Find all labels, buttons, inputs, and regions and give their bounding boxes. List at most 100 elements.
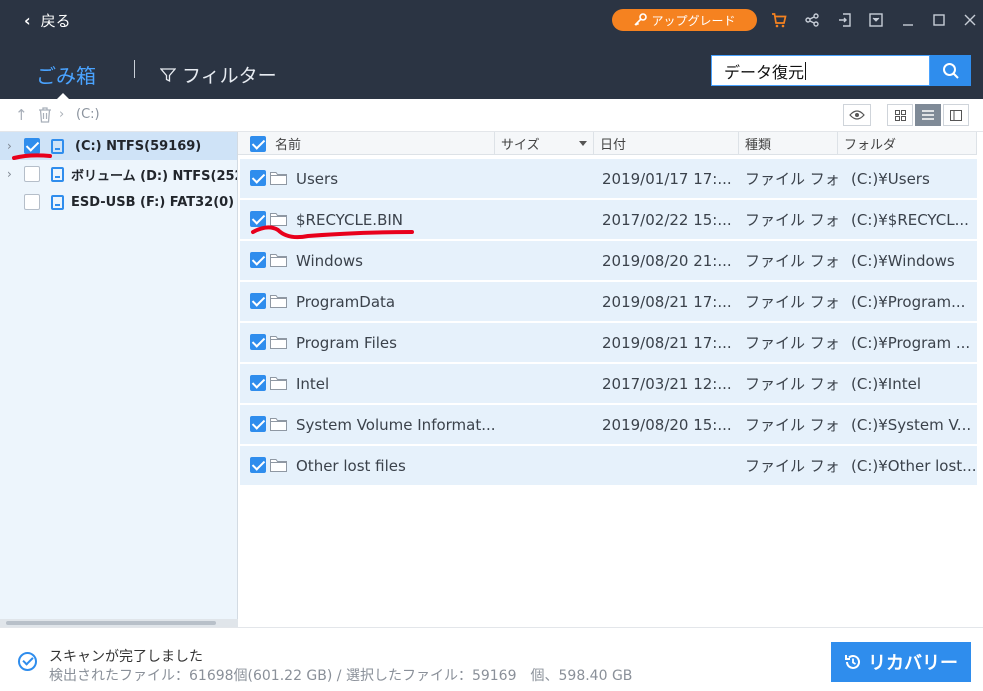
horizontal-scrollbar[interactable] [0,619,238,627]
cell-name: Users [296,169,339,188]
detail-view-button[interactable] [943,104,969,126]
table-row[interactable]: Users 2019/01/17 17:... ファイル フォ... (C:)¥Use… [240,159,977,198]
back-button[interactable]: ‹ 戻る [24,10,71,31]
column-header-date[interactable]: 日付 [594,132,739,155]
recover-icon [845,654,860,669]
recover-button[interactable]: リカバリー [831,642,971,682]
toolbar: ごみ箱 フィルター データ復元 [0,42,983,99]
folder-icon [270,254,287,267]
column-header-name[interactable]: 名前 [238,132,495,155]
filter-icon [160,67,176,82]
cell-size [502,364,592,403]
table-row[interactable]: $RECYCLE.BIN 2017/02/22 15:... ファイル フォ... (… [240,200,977,239]
cell-name: Intel [296,374,330,393]
table-row[interactable]: Other lost files ファイル フォ... (C:)¥Other los… [240,446,977,485]
drive-item-f[interactable]: ESD-USB (F:) FAT32(0) [0,188,237,216]
cell-folder: (C:)¥Intel [851,374,921,393]
drive-tree: › (C:) NTFS(59169) › ボリューム (D:) NTFS(252… [0,132,238,627]
cell-name: Other lost files [296,456,406,475]
drive-label: (C:) NTFS(59169) [75,138,202,154]
row-checkbox[interactable] [250,457,266,473]
divider [134,60,135,78]
table-row[interactable]: Program Files 2019/08/21 17:... ファイル フォ...… [240,323,977,362]
hard-drive-icon [51,194,64,210]
scan-stats: 検出されたファイル：61698個(601.22 GB) / 選択したファイル：5… [49,668,633,684]
back-label: 戻る [40,12,71,30]
drive-label: ESD-USB (F:) FAT32(0) [71,194,235,210]
cell-date [602,446,742,485]
drive-checkbox[interactable] [24,166,40,182]
cell-name: Windows [296,251,363,270]
expand-arrow-icon[interactable]: › [7,139,12,153]
row-checkbox[interactable] [250,211,266,227]
row-checkbox[interactable] [250,252,266,268]
search-input[interactable]: データ復元 [711,55,930,86]
column-label: サイズ [501,138,540,153]
filter-button[interactable]: フィルター [160,61,277,88]
cell-size [502,282,592,321]
table-row[interactable]: System Volume Informat... 2019/08/20 15:.… [240,405,977,444]
row-checkbox[interactable] [250,416,266,432]
cell-date: 2017/03/21 12:... [602,374,732,393]
column-header-size[interactable]: サイズ [495,132,594,155]
row-checkbox[interactable] [250,334,266,350]
upgrade-button[interactable]: アップグレード [612,9,757,31]
minimize-icon[interactable] [898,10,918,30]
list-view-button[interactable] [915,104,941,126]
trash-icon[interactable] [38,107,52,123]
row-checkbox[interactable] [250,293,266,309]
table-row[interactable]: Windows 2019/08/20 21:... ファイル フォ... (C:)¥W… [240,241,977,280]
table-row[interactable]: Intel 2017/03/21 12:... ファイル フォ... (C:)¥Int… [240,364,977,403]
search-button[interactable] [930,55,971,86]
cell-date: 2019/08/21 17:... [602,292,732,311]
row-checkbox[interactable] [250,375,266,391]
expand-arrow-icon[interactable]: › [7,167,12,181]
cell-date: 2017/02/22 15:... [602,210,732,229]
login-icon[interactable] [835,10,855,30]
cell-folder: (C:)¥Program ... [851,333,971,352]
cell-folder: (C:)¥Windows [851,251,955,270]
breadcrumb-path[interactable]: (C:) [76,107,100,122]
cell-type: ファイル フォ... [745,334,841,352]
up-arrow-icon[interactable]: ↑ [15,106,28,124]
drive-label: ボリューム (D:) NTFS(252 [71,168,238,184]
close-icon[interactable] [960,10,980,30]
tab-trash[interactable]: ごみ箱 [36,60,96,89]
menu-icon[interactable] [866,10,886,30]
maximize-icon[interactable] [929,10,949,30]
drive-item-c[interactable]: › (C:) NTFS(59169) [0,132,237,160]
folder-icon [270,377,287,390]
cell-date: 2019/08/20 15:... [602,415,732,434]
title-bar: ‹ 戻る アップグレード [0,0,983,42]
scrollbar-thumb[interactable] [6,621,216,625]
table-header: 名前 サイズ 日付 種類 フォルダ [238,132,977,155]
breadcrumb: ↑ › (C:) [0,99,983,132]
grid-view-button[interactable] [887,104,913,126]
table-row[interactable]: ProgramData 2019/08/21 17:... ファイル フォ... (C… [240,282,977,321]
cell-size [502,200,592,239]
cell-type: ファイル フォ... [745,457,841,475]
hard-drive-icon [51,138,64,154]
column-header-folder[interactable]: フォルダ [838,132,977,155]
cart-icon[interactable] [769,10,789,30]
cell-name: Program Files [296,333,397,352]
row-checkbox[interactable] [250,170,266,186]
check-circle-icon [18,652,37,671]
preview-button[interactable] [843,104,871,126]
cell-date: 2019/08/20 21:... [602,251,732,270]
folder-icon [270,213,287,226]
filter-label: フィルター [182,65,277,87]
drive-checkbox[interactable] [24,194,40,210]
share-icon[interactable] [802,10,822,30]
chevron-left-icon: ‹ [24,11,31,30]
drive-item-d[interactable]: › ボリューム (D:) NTFS(252 [0,160,238,188]
column-header-type[interactable]: 種類 [739,132,838,155]
column-label: 種類 [745,138,772,153]
select-all-checkbox[interactable] [250,135,266,152]
cell-size [502,323,592,362]
column-label: 名前 [275,138,302,153]
search-icon [942,62,959,79]
drive-checkbox[interactable] [24,138,40,154]
folder-icon [270,336,287,349]
cell-name: System Volume Informat... [296,415,496,434]
